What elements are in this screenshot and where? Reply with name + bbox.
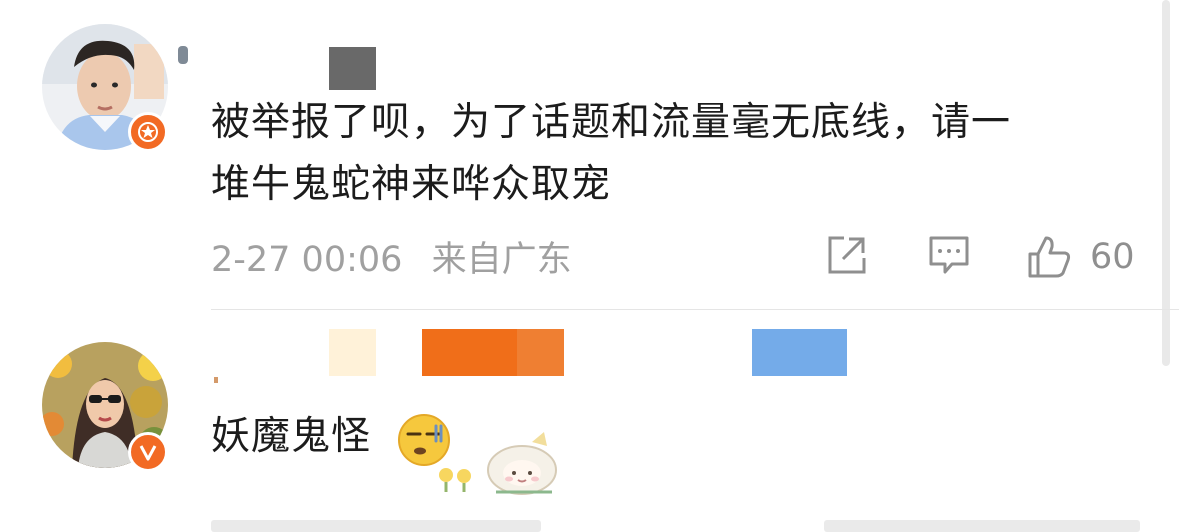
comment-text: 妖魔鬼怪 [211, 406, 371, 468]
share-button[interactable] [826, 234, 868, 276]
username-redaction [178, 46, 188, 64]
comment-item: 妖魔鬼怪 [0, 310, 1179, 532]
username-redaction [214, 377, 218, 383]
username-redaction [422, 329, 518, 376]
comment-icon [929, 236, 969, 274]
comment-text-line: 妖魔鬼怪 [211, 414, 372, 459]
verified-badge-icon [139, 445, 157, 461]
username-redaction [752, 329, 847, 376]
partial-next-content [211, 520, 541, 532]
like-count: 60 [1090, 237, 1135, 277]
partial-next-content [824, 520, 1140, 532]
timestamp: 2-27 00:06 [211, 240, 403, 280]
thumbs-up-icon [1028, 236, 1071, 278]
share-icon [828, 236, 866, 274]
verified-badge [128, 432, 168, 472]
verified-badge [128, 112, 168, 152]
comment-text-line: 被举报了呗，为了话题和流量毫无底线，请一 [211, 100, 1012, 145]
comment-item: 被举报了呗，为了话题和流量毫无底线，请一 堆牛鬼蛇神来哗众取宠 2-27 00:… [0, 0, 1179, 310]
comment-meta: 2-27 00:06 来自广东 [211, 237, 572, 283]
like-button[interactable]: 60 [1026, 234, 1135, 280]
location: 来自广东 [431, 240, 572, 280]
username-redaction [329, 329, 376, 376]
reply-button[interactable] [928, 234, 970, 276]
comment-thread: 被举报了呗，为了话题和流量毫无底线，请一 堆牛鬼蛇神来哗众取宠 2-27 00:… [0, 0, 1179, 532]
username-redaction [517, 329, 564, 376]
comment-text-line: 堆牛鬼蛇神来哗众取宠 [211, 162, 612, 207]
username-redaction [329, 47, 376, 90]
sheep-sticker-icon [439, 432, 557, 495]
verified-badge-icon [138, 122, 158, 142]
comment-text: 被举报了呗，为了话题和流量毫无底线，请一 堆牛鬼蛇神来哗众取宠 [211, 92, 1011, 216]
